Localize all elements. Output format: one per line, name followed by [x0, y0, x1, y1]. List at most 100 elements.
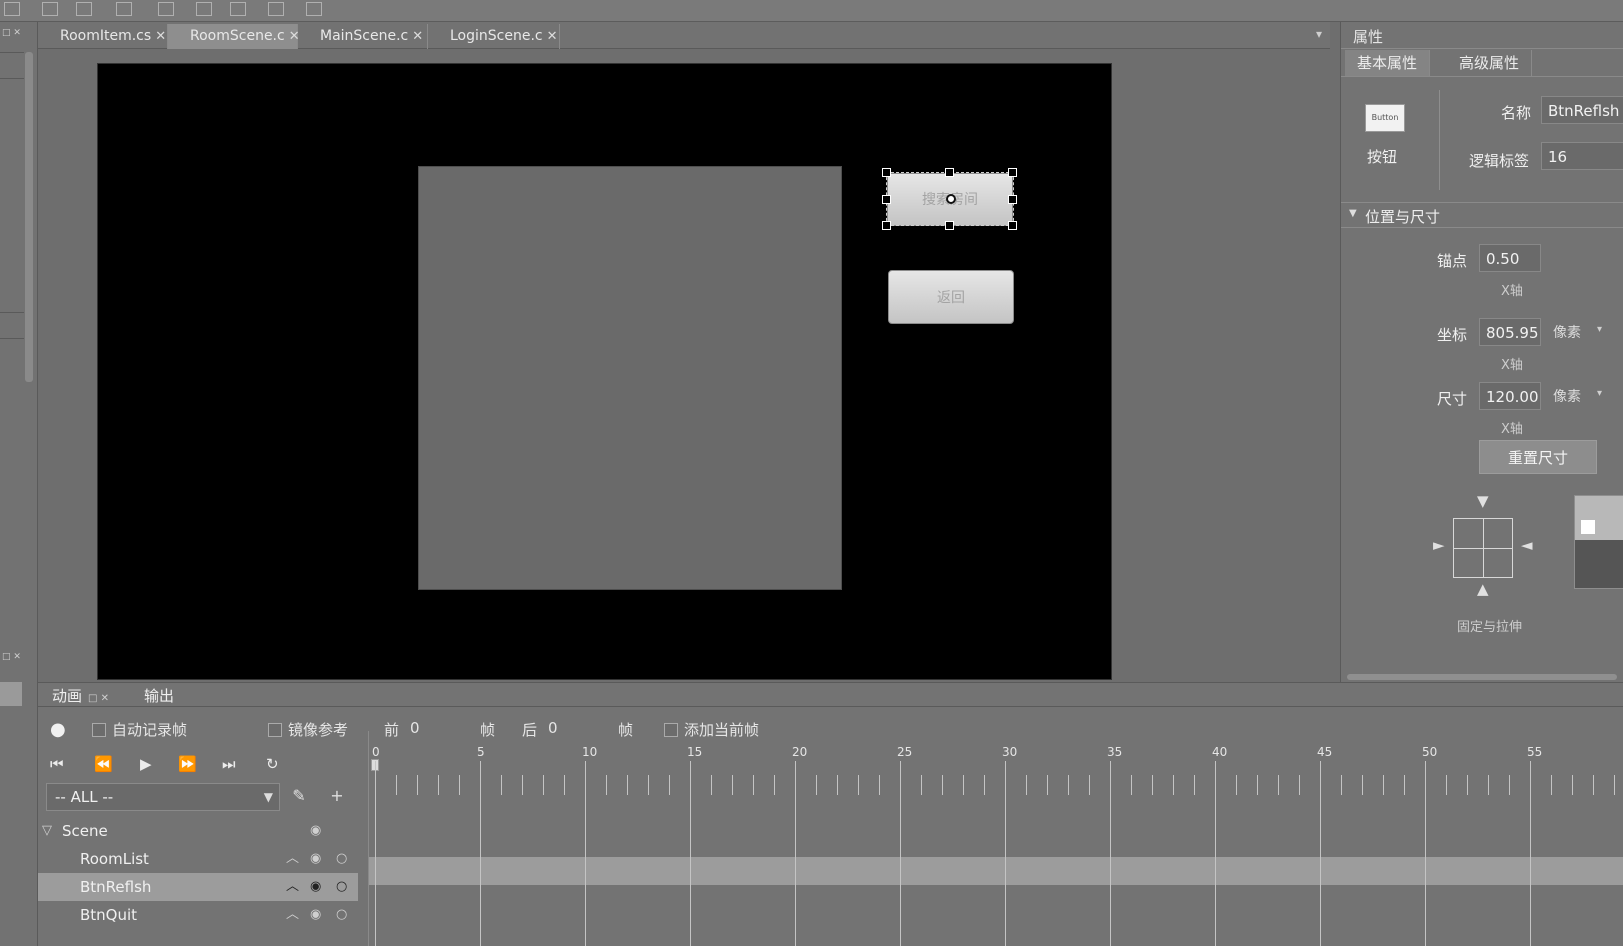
timeline-major-tick [1005, 761, 1006, 946]
tree-row-btnquit[interactable]: BtnQuit ︿ ◉ ○ [38, 901, 358, 929]
lock-icon[interactable]: ○ [336, 845, 347, 873]
tab-basic-properties[interactable]: 基本属性 [1345, 50, 1431, 76]
pin-stretch-label: 固定与拉伸 [1457, 620, 1523, 635]
record-icon[interactable]: ● [50, 719, 66, 740]
chevron-down-icon[interactable]: ▽ [42, 817, 52, 845]
resize-handle[interactable] [882, 195, 891, 204]
resize-handle[interactable] [882, 168, 891, 177]
tab-roomscene[interactable]: RoomScene.c ✕ [168, 24, 300, 49]
timeline-minor-tick [522, 775, 523, 795]
close-icon[interactable]: ✕ [412, 29, 423, 44]
left-scrollbar[interactable] [25, 52, 33, 382]
toolbar-icon[interactable] [230, 2, 246, 16]
pin-icon[interactable]: □ ✕ [2, 652, 21, 662]
animation-timeline[interactable]: 0 5 10 15 20 25 30 35 40 45 50 55 [368, 731, 1623, 946]
prev-frame-icon[interactable]: ⏪ [94, 755, 113, 773]
lock-icon[interactable]: ○ [336, 873, 347, 901]
timeline-label: 40 [1212, 745, 1228, 759]
resize-handle[interactable] [945, 168, 954, 177]
logic-tag-field[interactable]: 16 [1541, 142, 1623, 170]
tab-animation[interactable]: 动画 □ ✕ [52, 685, 109, 706]
toolbar-icon[interactable] [4, 2, 20, 16]
close-icon[interactable]: ✕ [155, 29, 166, 44]
timeline-major-tick [1320, 761, 1321, 946]
next-frame-icon[interactable]: ⏩ [178, 755, 197, 773]
pencil-icon[interactable]: ✎ [286, 783, 312, 809]
tree-row-roomlist[interactable]: RoomList ︿ ◉ ○ [38, 845, 358, 873]
tab-output[interactable]: 输出 [144, 685, 174, 706]
tab-advanced-properties[interactable]: 高级属性 [1447, 50, 1533, 76]
left-selected-item[interactable] [0, 682, 22, 706]
timeline-minor-tick [1068, 775, 1069, 795]
timeline-minor-tick [1404, 775, 1405, 795]
pin-bottom-icon[interactable]: ▲ [1477, 580, 1489, 598]
toolbar-icon[interactable] [268, 2, 284, 16]
tab-loginscene[interactable]: LoginScene.c ✕ [428, 24, 560, 49]
panel-title: 属性 [1353, 28, 1384, 46]
last-frame-icon[interactable]: ⏭ [222, 755, 236, 773]
timeline-minor-tick [816, 775, 817, 795]
eye-icon[interactable]: ◉ [310, 901, 321, 929]
name-field[interactable]: BtnReflsh [1541, 96, 1623, 124]
toolbar-icon[interactable] [116, 2, 132, 16]
eye-icon[interactable]: ◉ [310, 845, 321, 873]
chevron-down-icon[interactable]: ▾ [1597, 388, 1602, 399]
loop-icon[interactable]: ↻ [266, 755, 279, 773]
tab-roomitem[interactable]: RoomItem.cs ✕ [38, 24, 168, 49]
resize-handle[interactable] [1008, 195, 1017, 204]
eye-icon[interactable]: ◉ [310, 873, 321, 901]
chevron-down-icon[interactable]: ▾ [1597, 324, 1602, 335]
toolbar-icon[interactable] [76, 2, 92, 16]
horizontal-scrollbar[interactable] [1347, 674, 1617, 680]
eye-icon[interactable]: ◉ [310, 817, 321, 845]
plus-icon[interactable]: + [324, 783, 350, 809]
auto-record-checkbox[interactable]: 自动记录帧 [92, 719, 187, 740]
resize-handle[interactable] [882, 221, 891, 230]
timeline-minor-tick [648, 775, 649, 795]
timeline-minor-tick [1173, 775, 1174, 795]
room-list-widget[interactable] [418, 166, 842, 590]
pin-icon[interactable]: □ ✕ [2, 28, 21, 38]
timeline-major-tick [1530, 761, 1531, 946]
chevron-up-icon[interactable]: ︿ [286, 845, 299, 873]
resize-handle[interactable] [1008, 221, 1017, 230]
position-size-section[interactable]: ▼ 位置与尺寸 [1341, 202, 1623, 228]
anchor-x-field[interactable]: 0.50 [1479, 244, 1541, 272]
chevron-down-icon[interactable]: ▾ [1316, 27, 1322, 41]
chevron-up-icon[interactable]: ︿ [286, 873, 299, 901]
toolbar-icon[interactable] [158, 2, 174, 16]
close-icon[interactable]: ✕ [547, 29, 558, 44]
position-x-field[interactable]: 805.95 [1479, 318, 1541, 346]
tree-row-scene[interactable]: ▽ Scene ◉ [38, 817, 358, 845]
resize-handle[interactable] [1008, 168, 1017, 177]
timeline-major-tick [1215, 761, 1216, 946]
pin-icon[interactable]: □ ✕ [88, 693, 109, 704]
pin-right-icon[interactable]: ◄ [1521, 536, 1533, 554]
timeline-minor-tick [1089, 775, 1090, 795]
toolbar-icon[interactable] [196, 2, 212, 16]
size-x-field[interactable]: 120.00 [1479, 382, 1541, 410]
pin-stretch-widget[interactable] [1453, 518, 1513, 578]
pin-left-icon[interactable]: ► [1433, 536, 1445, 554]
resize-handle[interactable] [945, 221, 954, 230]
pin-top-icon[interactable]: ▼ [1477, 492, 1489, 510]
quit-button-widget[interactable]: 返回 [888, 270, 1014, 324]
lock-icon[interactable]: ○ [336, 901, 347, 929]
tab-label: LoginScene.c [450, 28, 543, 44]
divider [1341, 76, 1623, 77]
tab-mainscene[interactable]: MainScene.c ✕ [298, 24, 428, 49]
timeline-minor-tick [984, 775, 985, 795]
toolbar-icon[interactable] [42, 2, 58, 16]
animation-filter-select[interactable]: -- ALL -- ▼ [46, 783, 280, 811]
mirror-ref-checkbox[interactable]: 镜像参考 [268, 719, 348, 740]
play-icon[interactable]: ▶ [140, 755, 152, 773]
timeline-minor-tick [1488, 775, 1489, 795]
tree-label: BtnReflsh [80, 878, 152, 896]
chevron-up-icon[interactable]: ︿ [286, 901, 299, 929]
first-frame-icon[interactable]: ⏮ [50, 755, 64, 773]
reset-size-button[interactable]: 重置尺寸 [1479, 440, 1597, 474]
widget-type-label: 按钮 [1367, 148, 1398, 166]
toolbar-icon[interactable] [306, 2, 322, 16]
timeline-label: 50 [1422, 745, 1438, 759]
tree-row-btnreflsh[interactable]: BtnReflsh ︿ ◉ ○ [38, 873, 358, 901]
